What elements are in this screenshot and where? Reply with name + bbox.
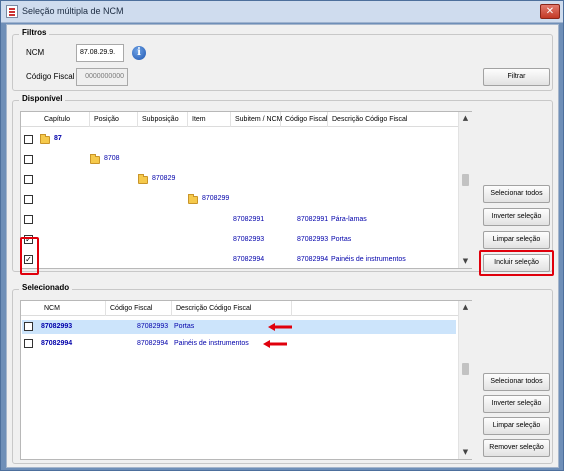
info-icon[interactable]: i (132, 46, 146, 60)
table-row[interactable]: 87 (21, 132, 458, 148)
col-sel-codigo-fiscal[interactable]: Código Fiscal (106, 301, 172, 316)
selecionado-title: Selecionado (19, 283, 73, 292)
sel-inverter-selecao-button[interactable]: Inverter seleção (483, 395, 550, 413)
sel-limpar-selecao-button[interactable]: Limpar seleção (483, 417, 550, 435)
col-item[interactable]: Item (188, 112, 231, 127)
selecionado-group: Selecionado NCM Código Fiscal Descrição … (12, 283, 553, 464)
scroll-thumb[interactable] (462, 363, 469, 375)
codigo-fiscal-cell: 87082993 (137, 323, 169, 330)
selecionado-scrollbar[interactable]: ▲ ▼ (458, 301, 472, 459)
table-row[interactable]: 87082993 87082993 Portas (22, 320, 456, 334)
col-ncm[interactable]: NCM (40, 301, 106, 316)
codigo-fiscal-cell: 87082994 (297, 256, 329, 263)
row-checkbox[interactable] (24, 195, 33, 204)
table-row[interactable]: 87082994 87082994 Painéis de instrumentos (22, 337, 456, 351)
filtros-group: Filtros NCM 87.08.29.9. i Código Fiscal … (12, 28, 553, 91)
codigo-fiscal-cell: 87082994 (137, 340, 169, 347)
row-checkbox[interactable] (24, 339, 33, 348)
ncm-label: NCM (26, 48, 45, 57)
col-capitulo[interactable]: Capítulo (40, 112, 90, 127)
col-subitem-ncm[interactable]: Subitem / NCM (231, 112, 282, 127)
descricao-cell: Painéis de instrumentos (331, 256, 406, 263)
tree-node-label[interactable]: 8708 (104, 155, 120, 162)
disp-limpar-selecao-button[interactable]: Limpar seleção (483, 231, 550, 249)
table-row[interactable]: 8708299 (21, 192, 458, 208)
folder-icon (40, 134, 50, 144)
codigo-fiscal-cell: 87082991 (297, 216, 329, 223)
checked-rows-highlight (20, 237, 39, 275)
tree-node-label[interactable]: 8708299 (202, 195, 229, 202)
tree-node-label[interactable]: 870829 (152, 175, 175, 182)
window-title: Seleção múltipla de NCM (22, 6, 124, 16)
descricao-cell: Pára-lamas (331, 216, 367, 223)
filtros-title: Filtros (19, 28, 50, 37)
scroll-down-icon[interactable]: ▼ (459, 446, 472, 459)
col-subposicao[interactable]: Subposição (138, 112, 188, 127)
row-checkbox[interactable] (24, 175, 33, 184)
row-checkbox[interactable] (24, 155, 33, 164)
disponivel-scrollbar[interactable]: ▲ ▼ (458, 112, 472, 268)
disp-selecionar-todos-button[interactable]: Selecionar todos (483, 185, 550, 203)
table-row[interactable]: 870829 (21, 172, 458, 188)
folder-icon (188, 194, 198, 204)
sel-selecionar-todos-button[interactable]: Selecionar todos (483, 373, 550, 391)
scroll-up-icon[interactable]: ▲ (459, 301, 472, 314)
disponivel-title: Disponível (19, 94, 66, 103)
close-icon[interactable]: ✕ (540, 4, 560, 19)
row-checkbox[interactable] (24, 215, 33, 224)
filtrar-button[interactable]: Filtrar (483, 68, 550, 86)
table-row[interactable]: ✓ 87082993 87082993 Portas (21, 232, 458, 248)
tree-node-label[interactable]: 87 (54, 135, 62, 142)
table-row[interactable]: ✓ 87082994 87082994 Painéis de instrumentos (21, 252, 458, 268)
disp-inverter-selecao-button[interactable]: Inverter seleção (483, 208, 550, 226)
col-sel-descricao[interactable]: Descrição Código Fiscal (172, 301, 292, 316)
remover-selecao-button[interactable]: Remover seleção (483, 439, 550, 457)
subitem-cell: 87082991 (233, 216, 265, 223)
scroll-down-icon[interactable]: ▼ (459, 255, 472, 268)
folder-icon (138, 174, 148, 184)
title-bar: Seleção múltipla de NCM ✕ (1, 1, 563, 23)
codigo-fiscal-input[interactable]: 0000000000 (76, 68, 128, 86)
app-icon (6, 5, 18, 18)
folder-icon (90, 154, 100, 164)
col-posicao[interactable]: Posição (90, 112, 138, 127)
scroll-thumb[interactable] (462, 174, 469, 186)
subitem-cell: 87082994 (233, 256, 265, 263)
table-row[interactable]: 87082991 87082991 Pára-lamas (21, 212, 458, 228)
dialog-client-area: Filtros NCM 87.08.29.9. i Código Fiscal … (6, 24, 559, 468)
col-codigo-fiscal[interactable]: Código Fiscal (281, 112, 328, 127)
ncm-input[interactable]: 87.08.29.9. (76, 44, 124, 62)
red-arrow-icon (263, 340, 287, 348)
selecionado-grid[interactable]: NCM Código Fiscal Descrição Código Fisca… (20, 300, 472, 460)
dialog-window: Seleção múltipla de NCM ✕ Filtros NCM 87… (0, 0, 564, 471)
descricao-cell: Portas (174, 323, 195, 330)
row-checkbox[interactable] (24, 135, 33, 144)
scroll-up-icon[interactable]: ▲ (459, 112, 472, 125)
red-arrow-icon (268, 323, 292, 331)
subitem-cell: 87082993 (233, 236, 265, 243)
col-descricao-codigo-fiscal[interactable]: Descrição Código Fiscal (328, 112, 458, 127)
row-checkbox[interactable] (24, 322, 33, 331)
disponivel-grid[interactable]: Capítulo Posição Subposição Item Subitem… (20, 111, 472, 269)
table-row[interactable]: 8708 (21, 152, 458, 168)
ncm-cell: 87082993 (41, 323, 73, 330)
disponivel-group: Disponível Capítulo Posição Subposição I… (12, 94, 554, 276)
ncm-cell: 87082994 (41, 340, 73, 347)
incluir-selecao-highlight (479, 250, 554, 276)
codigo-fiscal-cell: 87082993 (297, 236, 329, 243)
descricao-cell: Portas (331, 236, 352, 243)
codigo-fiscal-label: Código Fiscal (26, 72, 75, 81)
descricao-cell: Painéis de instrumentos (174, 340, 249, 347)
